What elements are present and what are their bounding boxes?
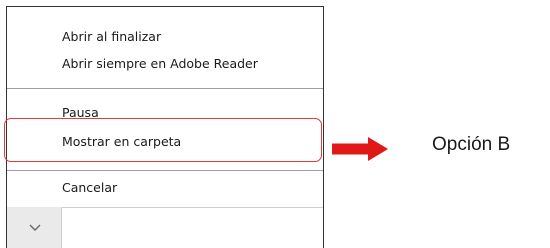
download-bar-area <box>62 207 323 248</box>
download-bar <box>6 207 324 248</box>
highlight-box <box>4 118 322 162</box>
download-dropdown-button[interactable] <box>7 207 62 248</box>
chevron-down-icon <box>29 224 41 231</box>
screenshot-stage: Abrir al finalizar Abrir siempre en Adob… <box>0 0 550 248</box>
menu-item-open-when-done[interactable]: Abrir al finalizar <box>7 24 323 50</box>
menu-separator <box>7 170 323 171</box>
right-arrow-icon <box>332 137 388 161</box>
menu-separator <box>7 88 323 89</box>
option-label: Opción B <box>432 134 511 155</box>
menu-item-always-open-in-adobe-reader[interactable]: Abrir siempre en Adobe Reader <box>7 51 323 77</box>
menu-item-cancel[interactable]: Cancelar <box>7 175 323 201</box>
